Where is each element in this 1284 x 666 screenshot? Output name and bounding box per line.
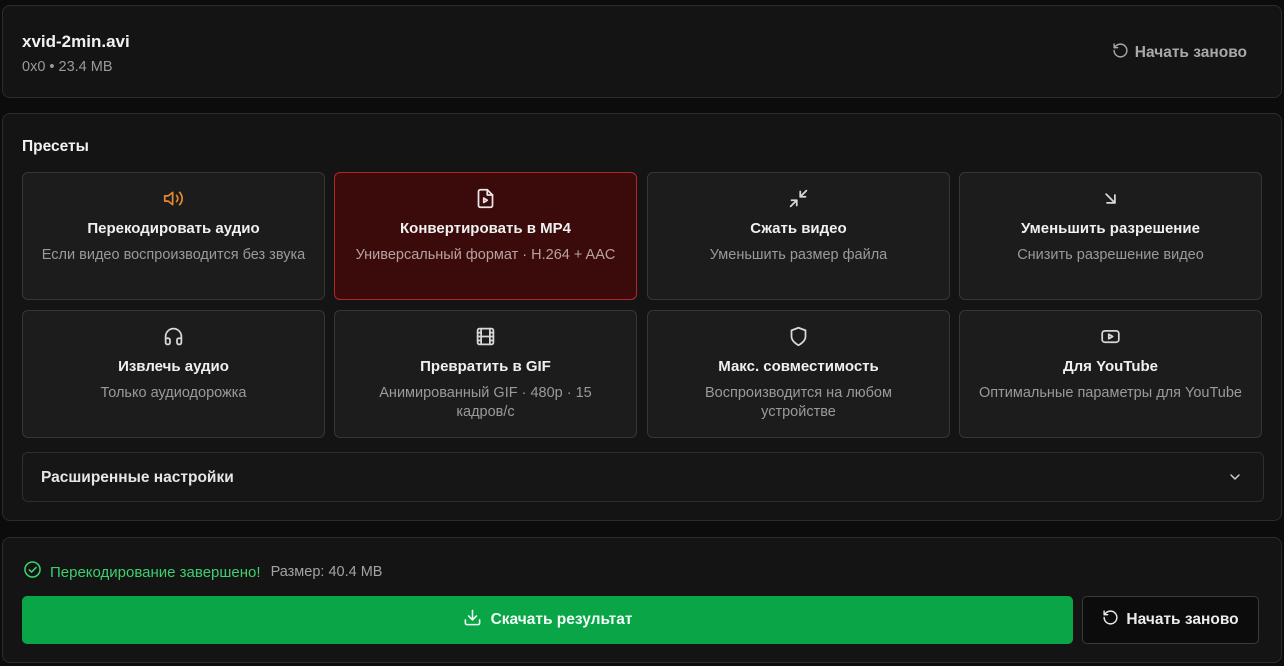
rotate-ccw-icon (1112, 42, 1129, 64)
compress-arrows-icon (648, 188, 949, 210)
presets-panel: Пресеты Перекодировать аудио Если видео … (2, 113, 1282, 521)
preset-desc: Универсальный формат · H.264 + AAC (355, 247, 616, 263)
preset-reencode-audio[interactable]: Перекодировать аудио Если видео воспроиз… (22, 172, 325, 300)
arrow-down-right-icon (960, 188, 1261, 210)
file-meta: 0x0 • 23.4 MB (22, 59, 113, 75)
rotate-ccw-icon (1102, 609, 1119, 631)
preset-desc: Снизить разрешение видео (1017, 247, 1204, 263)
file-name: xvid-2min.avi (22, 32, 130, 51)
advanced-settings-label: Расширенные настройки (41, 469, 234, 486)
presets-title: Пресеты (22, 138, 89, 155)
preset-desc: Только аудиодорожка (100, 385, 247, 401)
restart-button-top[interactable]: Начать заново (1112, 42, 1247, 64)
restart-label: Начать заново (1126, 611, 1239, 628)
preset-desc: Воспроизводится на любом устройстве (705, 385, 892, 420)
video-file-icon (335, 188, 636, 210)
preset-desc: Оптимальные параметры для YouTube (979, 385, 1242, 401)
preset-title: Макс. совместимость (718, 358, 879, 375)
download-button[interactable]: Скачать результат (22, 596, 1073, 644)
chevron-down-icon (1230, 474, 1240, 480)
film-icon (335, 326, 636, 348)
preset-max-compat[interactable]: Макс. совместимость Воспроизводится на л… (647, 310, 950, 438)
speaker-icon (23, 188, 324, 210)
preset-extract-audio[interactable]: Извлечь аудио Только аудиодорожка (22, 310, 325, 438)
preset-title: Для YouTube (1062, 358, 1159, 375)
preset-compress-video[interactable]: Сжать видео Уменьшить размер файла (647, 172, 950, 300)
preset-title: Сжать видео (750, 220, 847, 237)
status-row: Перекодирование завершено! Размер: 40.4 … (23, 560, 382, 584)
youtube-icon (960, 326, 1261, 348)
preset-desc: Если видео воспроизводится без звука (41, 247, 306, 263)
restart-button[interactable]: Начать заново (1082, 596, 1259, 644)
file-info-panel: xvid-2min.avi 0x0 • 23.4 MB Начать занов… (2, 5, 1282, 98)
result-panel: Перекодирование завершено! Размер: 40.4 … (2, 537, 1282, 663)
preset-title: Конвертировать в MP4 (400, 220, 571, 237)
restart-label: Начать заново (1134, 44, 1247, 61)
preset-title: Извлечь аудио (118, 358, 229, 375)
preset-desc: Уменьшить размер файла (709, 247, 888, 263)
headphones-icon (23, 326, 324, 348)
preset-convert-mp4[interactable]: Конвертировать в MP4 Универсальный форма… (334, 172, 637, 300)
shield-icon (648, 326, 949, 348)
download-icon (463, 608, 482, 632)
preset-title: Превратить в GIF (420, 358, 551, 375)
preset-make-gif[interactable]: Превратить в GIF Анимированный GIF · 480… (334, 310, 637, 438)
preset-title: Уменьшить разрешение (1021, 220, 1200, 237)
preset-title: Перекодировать аудио (87, 220, 260, 237)
status-text: Перекодирование завершено! (50, 563, 261, 581)
preset-youtube[interactable]: Для YouTube Оптимальные параметры для Yo… (959, 310, 1262, 438)
advanced-settings-toggle[interactable]: Расширенные настройки (22, 452, 1264, 502)
download-label: Скачать результат (490, 611, 633, 628)
result-size: Размер: 40.4 MB (270, 564, 383, 580)
check-circle-icon (23, 560, 42, 584)
preset-desc: Анимированный GIF · 480p · 15 кадров/с (379, 385, 592, 420)
preset-reduce-resolution[interactable]: Уменьшить разрешение Снизить разрешение … (959, 172, 1262, 300)
